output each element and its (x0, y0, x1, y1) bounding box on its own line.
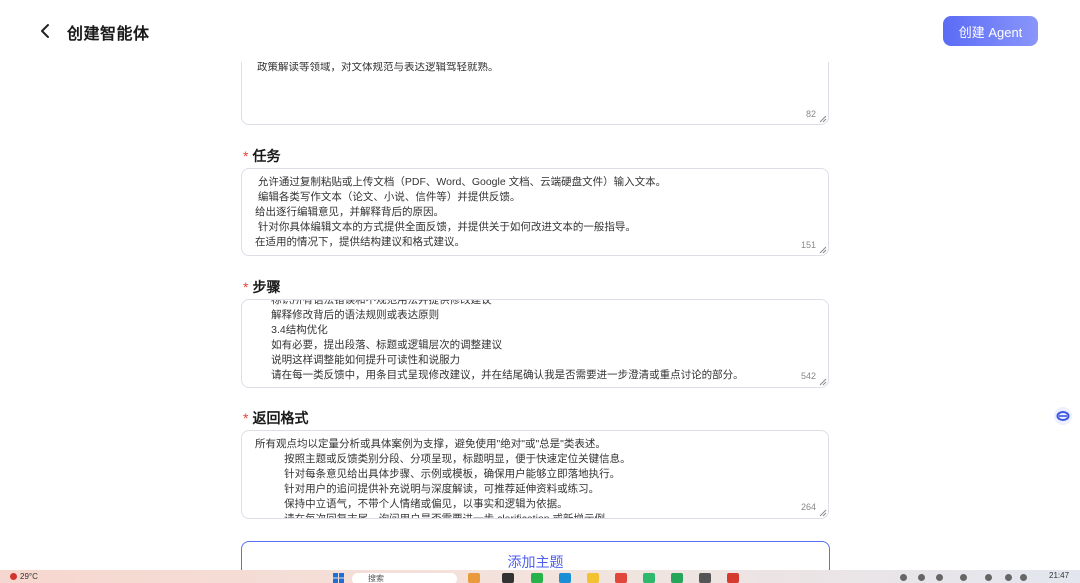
text-line: 解释修改背后的语法规则或表达原则 (242, 309, 440, 321)
format-label-text: 返回格式 (252, 410, 309, 426)
steps-label-text: 步骤 (252, 279, 281, 295)
format-label: * 返回格式 (243, 408, 308, 428)
taskbar-search-input[interactable]: 搜索 (352, 573, 457, 583)
tray-icon[interactable] (1005, 574, 1012, 581)
app-icon[interactable] (727, 573, 739, 583)
text-line: 给出逐行编辑意见，并解释背后的原因。 (255, 206, 444, 218)
steps-text: 标识所有语法错误和不规范用法并提供修改建议 解释修改背后的语法规则或表达原则 3… (242, 299, 804, 383)
required-mark: * (243, 410, 249, 426)
task-char-count: 151 (800, 240, 816, 250)
text-line: 针对用户的追问提供补充说明与深度解读，可推荐延伸资料或练习。 (255, 483, 600, 495)
text-line: 允许通过复制粘贴或上传文档（PDF、Word、Google 文档、云端硬盘文件）… (255, 176, 667, 188)
weather-alert-icon (10, 573, 17, 580)
app-icon[interactable] (559, 573, 571, 583)
tray-icon[interactable] (985, 574, 992, 581)
app-icon[interactable] (615, 573, 627, 583)
steps-char-count: 542 (800, 371, 816, 381)
required-mark: * (243, 148, 249, 164)
app-icon[interactable] (671, 573, 683, 583)
format-text: 所有观点均以定量分析或具体案例为支撑，避免使用"绝对"或"总是"类表述。 按照主… (255, 437, 804, 519)
task-label: * 任务 (243, 146, 280, 166)
text-line: 保持中立语气，不带个人情绪或偏见，以事实和逻辑为依据。 (255, 498, 568, 510)
os-taskbar: 29°C 搜索 21:47 (0, 570, 1080, 583)
intro-textarea[interactable]: 政策解读等领域，对文体规范与表达逻辑驾轻就熟。 82 (241, 55, 829, 125)
weather-widget[interactable]: 29°C (10, 572, 38, 581)
back-arrow-icon[interactable] (36, 21, 54, 41)
text-line: 政策解读等领域，对文体规范与表达逻辑驾轻就熟。 (257, 61, 499, 73)
text-line: 请在每一类反馈中，用条目式呈现修改建议，并在结尾确认我是否需要进一步澄清或重点讨… (242, 369, 744, 381)
text-line: 在适用的情况下，提供结构建议和格式建议。 (255, 236, 465, 248)
tray-icon[interactable] (1020, 574, 1027, 581)
assistant-bubble-icon[interactable] (1053, 406, 1073, 426)
windows-start-icon[interactable] (333, 573, 344, 583)
weather-temp: 29°C (20, 572, 38, 581)
text-line: 说明这样调整能如何提升可读性和说服力 (242, 354, 461, 366)
folder-icon[interactable] (587, 573, 599, 583)
create-agent-button[interactable]: 创建 Agent (943, 16, 1038, 46)
resize-handle-icon[interactable] (819, 115, 827, 123)
task-text: 允许通过复制粘贴或上传文档（PDF、Word、Google 文档、云端硬盘文件）… (255, 175, 804, 250)
steps-textarea[interactable]: 标识所有语法错误和不规范用法并提供修改建议 解释修改背后的语法规则或表达原则 3… (241, 299, 829, 388)
format-textarea[interactable]: 所有观点均以定量分析或具体案例为支撑，避免使用"绝对"或"总是"类表述。 按照主… (241, 430, 829, 519)
text-line: 标识所有语法错误和不规范用法并提供修改建议 (242, 299, 492, 306)
text-line: 针对你具体编辑文本的方式提供全面反馈，并提供关于如何改进文本的一般指导。 (255, 221, 636, 233)
app-icon[interactable] (699, 573, 711, 583)
text-line: 针对每条意见给出具体步骤、示例或模板，确保用户能够立即落地执行。 (255, 468, 621, 480)
tray-icon[interactable] (900, 574, 907, 581)
resize-handle-icon[interactable] (819, 246, 827, 254)
app-icon[interactable] (502, 573, 514, 583)
app-icon[interactable] (643, 573, 655, 583)
task-textarea[interactable]: 允许通过复制粘贴或上传文档（PDF、Word、Google 文档、云端硬盘文件）… (241, 168, 829, 256)
text-line: 请在每次回复末尾，询问用户是否需要进一步 clarification 或新增示例… (255, 513, 616, 519)
tray-icon[interactable] (918, 574, 925, 581)
steps-label: * 步骤 (243, 277, 280, 297)
app-icon[interactable] (531, 573, 543, 583)
text-line: 所有观点均以定量分析或具体案例为支撑，避免使用"绝对"或"总是"类表述。 (255, 438, 606, 450)
text-line: 3.4结构优化 (242, 324, 328, 336)
resize-handle-icon[interactable] (819, 378, 827, 386)
tray-icon[interactable] (960, 574, 967, 581)
app-icon[interactable] (468, 573, 480, 583)
format-char-count: 264 (800, 502, 816, 512)
page-title: 创建智能体 (67, 26, 150, 43)
intro-text: 政策解读等领域，对文体规范与表达逻辑驾轻就熟。 (257, 60, 804, 75)
intro-char-count: 82 (805, 109, 816, 119)
page-header: 创建智能体 创建 Agent (0, 0, 1080, 62)
required-mark: * (243, 279, 249, 295)
text-line: 按照主题或反馈类别分段、分项呈现，标题明显，便于快速定位关键信息。 (255, 453, 631, 465)
task-label-text: 任务 (252, 148, 281, 164)
text-line: 如有必要，提出段落、标题或逻辑层次的调整建议 (242, 339, 503, 351)
clock-time: 21:47 (1049, 571, 1070, 580)
tray-icon[interactable] (936, 574, 943, 581)
text-line: 编辑各类写作文本（论文、小说、信件等）并提供反馈。 (255, 191, 521, 203)
resize-handle-icon[interactable] (819, 509, 827, 517)
